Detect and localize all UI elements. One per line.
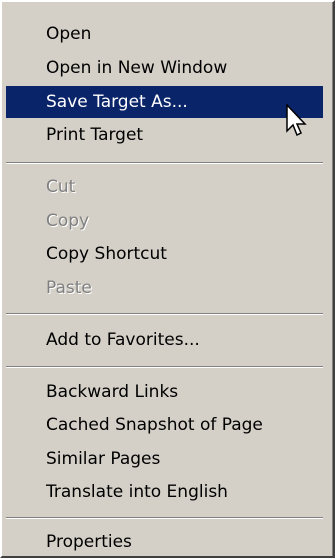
menu-separator [6,313,323,315]
menu-separator [6,366,323,368]
menu-item-open-in-new-window[interactable]: Open in New Window [6,52,323,84]
menu-item-save-target-as[interactable]: Save Target As... [6,86,323,118]
menu-item-paste: Paste [46,278,92,298]
menu-item-similar-pages[interactable]: Similar Pages [6,443,323,475]
menu-item-cached-snapshot[interactable]: Cached Snapshot of Page [6,409,323,441]
menu-item-add-to-favorites[interactable]: Add to Favorites... [6,324,323,356]
menu-item-copy-shortcut[interactable]: Copy Shortcut [6,238,323,270]
menu-separator [6,162,323,164]
menu-separator [6,517,323,519]
menu-item-print-target[interactable]: Print Target [6,119,323,151]
menu-item-cut: Cut [46,177,76,197]
menu-item-properties[interactable]: Properties [6,526,323,558]
menu-item-open[interactable]: Open [6,18,323,50]
menu-item-translate-into-english[interactable]: Translate into English [6,476,323,508]
menu-item-copy: Copy [46,211,90,231]
context-menu: Open Open in New Window Save Target As..… [0,0,335,558]
arrow-pointer-icon [286,104,307,137]
menu-item-backward-links[interactable]: Backward Links [6,376,323,408]
